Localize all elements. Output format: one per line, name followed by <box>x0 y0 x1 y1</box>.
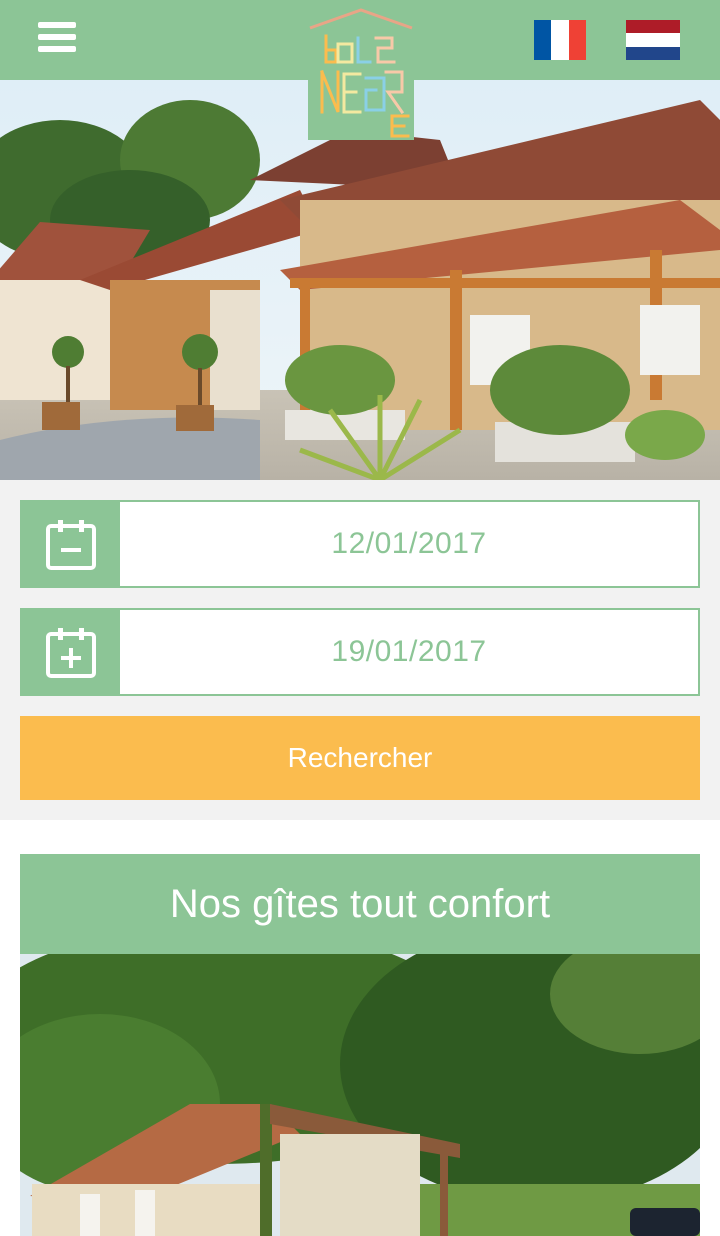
arrival-date-value[interactable]: 12/01/2017 <box>120 502 698 586</box>
main-content: Nos gîtes tout confort <box>0 820 720 1236</box>
cottage-photo[interactable] <box>20 954 700 1236</box>
site-logo[interactable] <box>308 8 414 140</box>
calendar-minus-icon <box>22 502 120 586</box>
language-flag-nl[interactable] <box>626 20 680 60</box>
departure-date-field[interactable]: 19/01/2017 <box>20 608 700 696</box>
arrival-date-field[interactable]: 12/01/2017 <box>20 500 700 588</box>
language-flag-fr[interactable] <box>534 20 586 60</box>
search-button[interactable]: Rechercher <box>20 716 700 800</box>
hamburger-menu-icon[interactable] <box>38 22 76 58</box>
calendar-plus-icon <box>22 610 120 694</box>
departure-date-value[interactable]: 19/01/2017 <box>120 610 698 694</box>
hero-photo-building <box>0 80 720 480</box>
booking-search-form: 12/01/2017 19/01/2017 Rechercher <box>0 480 720 820</box>
section-title: Nos gîtes tout confort <box>20 854 700 954</box>
